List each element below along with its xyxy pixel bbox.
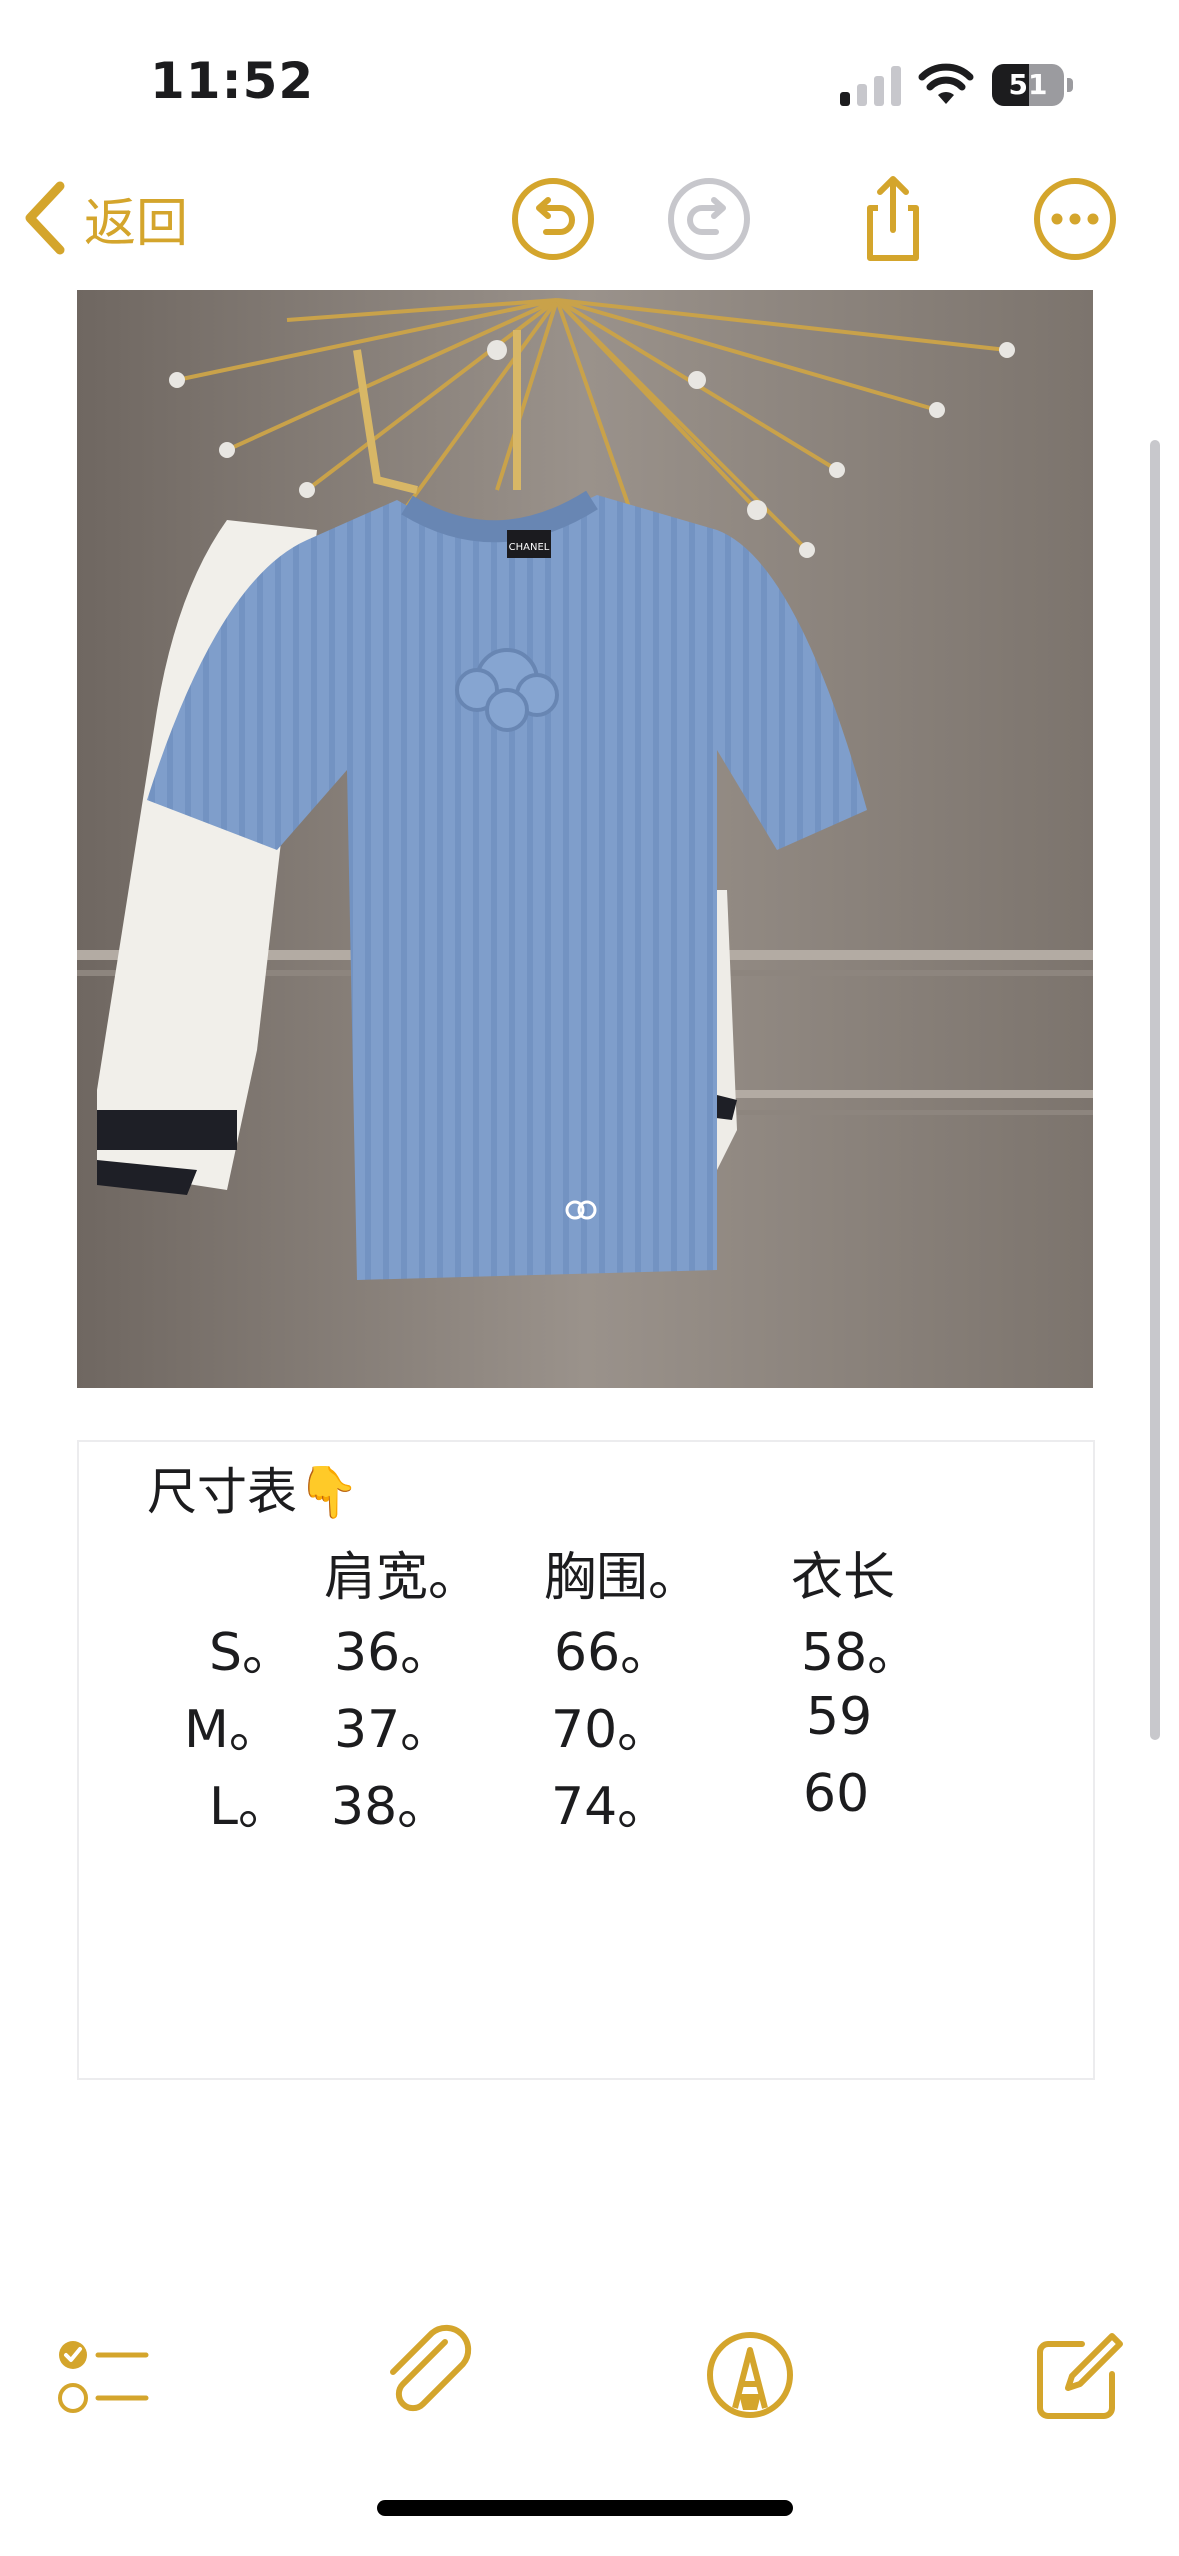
paperclip-icon	[390, 2324, 472, 2412]
redo-button[interactable]	[664, 174, 754, 264]
share-button[interactable]	[848, 174, 938, 264]
checklist-icon	[58, 2341, 149, 2413]
size-label: L。	[209, 1777, 290, 1837]
table-cell: 36。	[334, 1623, 453, 1683]
table-cell: 70。	[551, 1700, 670, 1760]
header-length: 衣长	[791, 1548, 896, 1608]
knit-top-image: CHANEL	[77, 290, 1093, 1388]
header-chest: 胸围。	[544, 1548, 701, 1608]
bottom-toolbar	[0, 2310, 1179, 2450]
chevron-left-icon	[25, 181, 65, 255]
redo-icon	[668, 178, 750, 260]
more-icon	[1034, 178, 1116, 260]
status-bar: 11:52 51	[0, 0, 1179, 150]
battery-percentage: 51	[1008, 68, 1048, 101]
table-cell: 58。	[801, 1623, 920, 1683]
size-chart-title: 尺寸表👇	[147, 1463, 360, 1521]
undo-icon	[512, 178, 594, 260]
header-shoulder: 肩宽。	[324, 1548, 481, 1608]
table-cell: 38。	[331, 1777, 450, 1837]
back-button[interactable]: 返回	[20, 178, 188, 258]
product-photo[interactable]: CHANEL	[77, 290, 1093, 1388]
table-cell: 60	[803, 1764, 870, 1824]
table-cell: 66。	[554, 1623, 673, 1683]
table-cell: 37。	[334, 1700, 453, 1760]
home-indicator[interactable]	[377, 2500, 793, 2516]
undo-button[interactable]	[508, 174, 598, 264]
markup-icon	[707, 2332, 793, 2418]
cellular-signal-icon	[840, 66, 904, 106]
size-label: S。	[209, 1623, 295, 1683]
status-time: 11:52	[150, 52, 315, 110]
scrollbar[interactable]	[1150, 440, 1160, 1740]
compose-icon	[1037, 2333, 1123, 2419]
table-cell: 74。	[551, 1777, 670, 1837]
wifi-icon	[918, 63, 974, 104]
table-cell: 59	[806, 1687, 873, 1747]
more-options-button[interactable]	[1030, 174, 1120, 264]
note-toolbar: 返回	[0, 160, 1179, 290]
size-chart[interactable]: 尺寸表👇 肩宽。 胸围。 衣长 S。 36。 66。 58。 M。 37。 70…	[77, 1440, 1095, 2080]
markup-button[interactable]	[695, 2320, 805, 2430]
checklist-button[interactable]	[48, 2320, 158, 2430]
compose-button[interactable]	[1022, 2320, 1132, 2430]
attachment-button[interactable]	[375, 2320, 485, 2430]
share-icon	[867, 176, 919, 261]
pointing-down-emoji: 👇	[297, 1463, 360, 1521]
battery-icon: 51	[992, 64, 1074, 106]
brand-label: CHANEL	[509, 542, 550, 553]
back-label: 返回	[84, 193, 189, 254]
size-label: M。	[184, 1700, 281, 1760]
